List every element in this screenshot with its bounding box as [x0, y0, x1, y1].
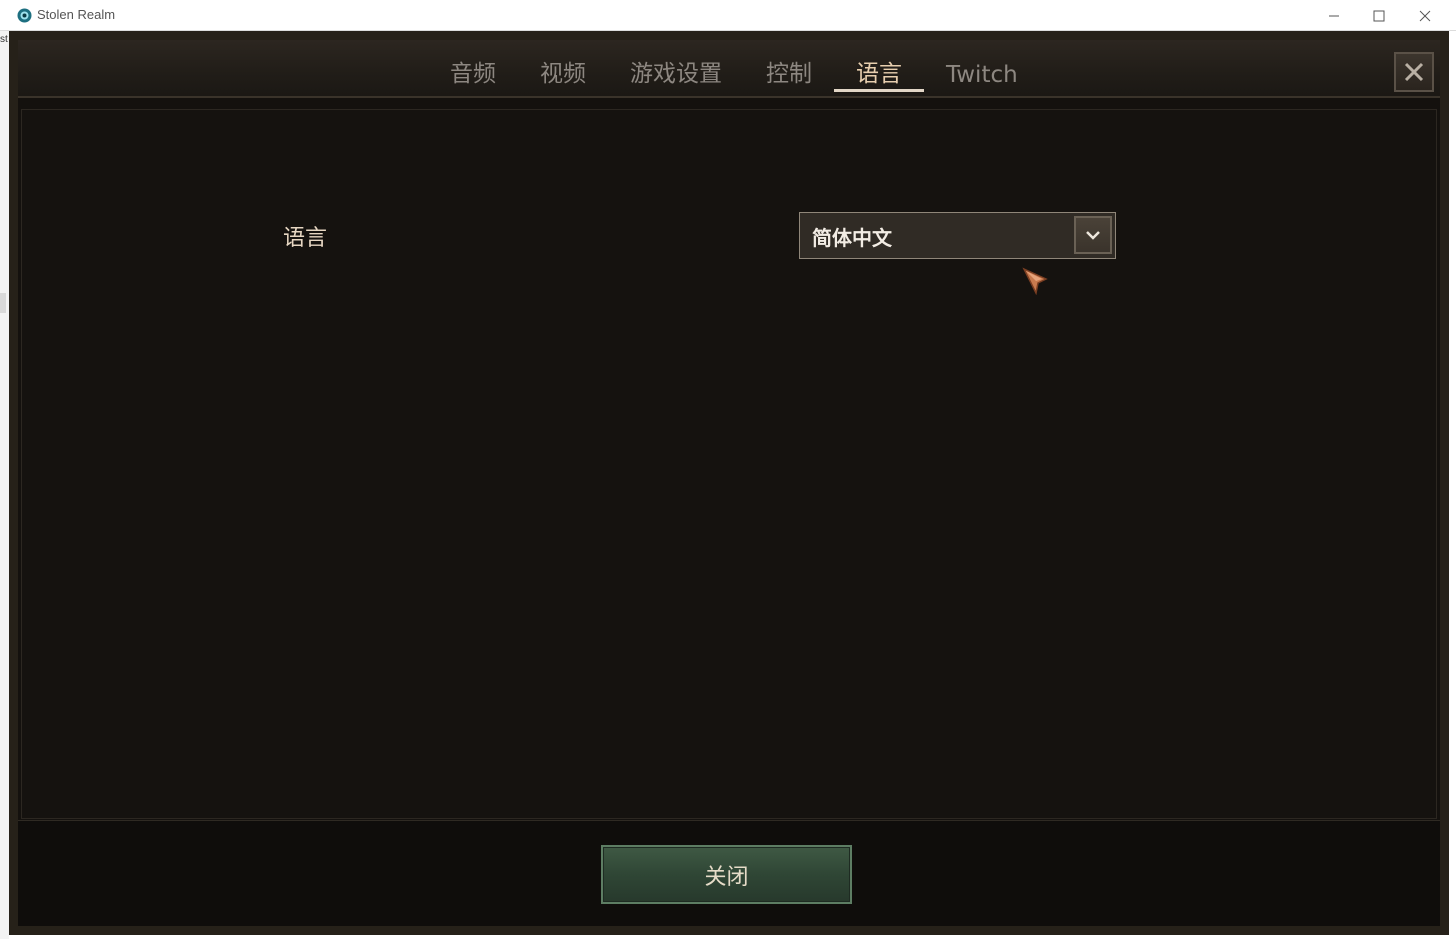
language-dropdown[interactable]: 简体中文 — [799, 212, 1116, 259]
settings-footer: 关闭 — [18, 820, 1440, 926]
tab-controls[interactable]: 控制 — [744, 40, 834, 98]
desktop-edge: st — [0, 31, 9, 939]
maximize-icon — [1373, 10, 1385, 21]
language-dropdown-toggle[interactable] — [1074, 216, 1112, 254]
settings-close-x-button[interactable] — [1394, 52, 1434, 92]
tab-video[interactable]: 视频 — [518, 40, 608, 98]
settings-tabs: 音频 视频 游戏设置 控制 语言 Twitch — [428, 40, 1040, 98]
tab-game-settings[interactable]: 游戏设置 — [608, 40, 744, 98]
tab-twitch[interactable]: Twitch — [924, 40, 1040, 98]
tab-audio[interactable]: 音频 — [428, 40, 518, 98]
close-x-icon — [1404, 62, 1424, 82]
desktop-edge-mark — [0, 293, 6, 313]
maximize-button[interactable] — [1356, 0, 1402, 31]
settings-content-panel: 语言 简体中文 — [21, 109, 1437, 819]
window-title: Stolen Realm — [37, 7, 116, 22]
window-close-button[interactable] — [1402, 0, 1448, 31]
mouse-cursor-icon — [1022, 267, 1048, 295]
window-title-bar: Stolen Realm — [0, 0, 1456, 31]
game-window: 音频 视频 游戏设置 控制 语言 Twitch 语言 简体中文 关闭 — [9, 31, 1449, 935]
minimize-icon — [1329, 15, 1339, 16]
language-label: 语言 — [283, 226, 328, 251]
chevron-down-icon — [1086, 231, 1100, 240]
language-dropdown-value: 简体中文 — [812, 226, 892, 250]
close-icon — [1419, 10, 1431, 21]
app-icon — [17, 8, 32, 23]
settings-header: 音频 视频 游戏设置 控制 语言 Twitch — [18, 40, 1440, 98]
minimize-button[interactable] — [1311, 0, 1357, 31]
tab-language[interactable]: 语言 — [834, 40, 924, 98]
close-button[interactable]: 关闭 — [601, 845, 852, 904]
desktop-edge-text: st — [0, 34, 8, 45]
